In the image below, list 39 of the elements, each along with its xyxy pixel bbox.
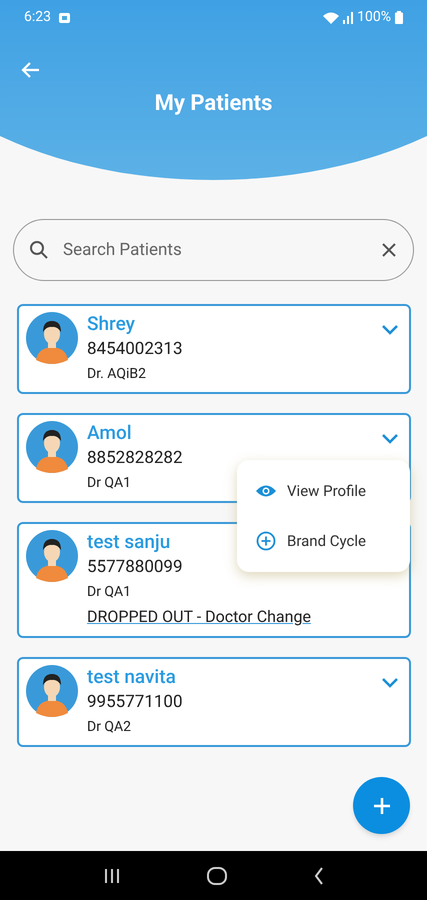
doctor-name: Dr QA1 — [87, 474, 132, 493]
battery-icon — [395, 11, 403, 24]
patient-phone: 8454002313 — [87, 338, 183, 361]
search-icon — [29, 240, 49, 260]
search-field[interactable]: Search Patients — [13, 219, 414, 281]
wifi-icon — [323, 12, 340, 24]
add-button[interactable] — [353, 777, 410, 834]
status-time: 6:23 — [24, 8, 51, 27]
clear-icon[interactable] — [381, 242, 397, 258]
avatar-icon — [26, 312, 78, 364]
patient-phone: 9955771100 — [87, 691, 183, 714]
patient-phone: 5577880099 — [87, 556, 183, 579]
signal-icon — [343, 12, 354, 24]
page-title: My Patients — [154, 90, 274, 118]
chevron-down-icon[interactable] — [381, 677, 399, 689]
battery-level: 100% — [357, 8, 391, 27]
patient-name: test navita — [87, 665, 176, 689]
avatar-icon — [26, 665, 78, 717]
status-link[interactable]: DROPPED OUT - Doctor Change — [87, 604, 311, 630]
patient-card[interactable]: Shrey 8454002313 Dr. AQiB2 — [17, 304, 411, 394]
eye-icon — [255, 484, 277, 498]
patient-name: Amol — [87, 421, 132, 445]
patient-phone: 8852828282 — [87, 447, 183, 470]
avatar-icon — [26, 530, 78, 582]
home-icon[interactable] — [206, 866, 226, 884]
chevron-down-icon[interactable] — [381, 324, 399, 336]
avatar-icon — [26, 421, 78, 473]
plus-icon — [372, 796, 390, 814]
patient-name: Shrey — [87, 312, 135, 336]
back-arrow-icon — [20, 61, 40, 79]
recent-apps-icon[interactable] — [104, 868, 120, 884]
doctor-name: Dr QA1 — [87, 583, 132, 602]
doctor-name: Dr. AQiB2 — [87, 365, 146, 384]
chevron-down-icon[interactable] — [381, 433, 399, 445]
patient-name: test sanju — [87, 530, 170, 554]
back-nav-icon[interactable] — [314, 866, 324, 884]
patient-card[interactable]: test navita 9955771100 Dr QA2 — [17, 657, 411, 747]
doctor-name: Dr QA2 — [87, 718, 132, 737]
plus-circle-icon — [256, 531, 276, 551]
